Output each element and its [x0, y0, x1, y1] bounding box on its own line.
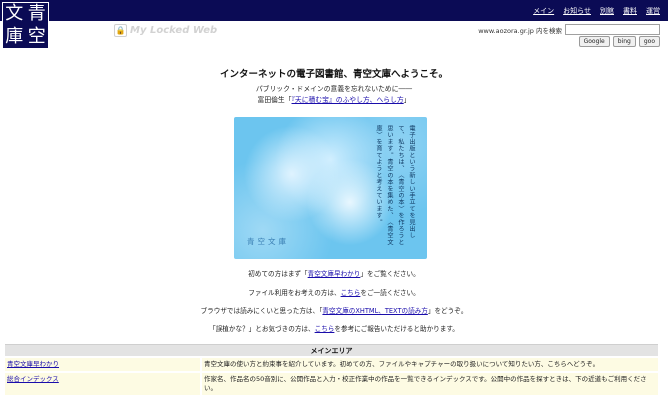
- watermark-text: My Locked Web: [130, 25, 218, 36]
- search-label: www.aozora.gr.jp 内を検索: [478, 26, 562, 35]
- bing-search-button[interactable]: bing: [612, 36, 636, 47]
- logo-char: 文: [5, 3, 24, 24]
- row-name-cell: 総合インデックス: [5, 372, 202, 397]
- top-bar: メイン お知らせ 別館 書料 運営: [0, 0, 668, 21]
- site-search: www.aozora.gr.jp 内を検索: [478, 24, 660, 35]
- google-search-button[interactable]: Google: [578, 36, 610, 47]
- row-desc: 青空文庫の使い方と約束事を紹介しています。初めての方、ファイルやキャプチャーの取…: [201, 358, 658, 373]
- info-line: ブラウザでは読みにくいと思った方は、「青空文庫のXHTML、TEXTの読み方」を…: [0, 305, 668, 315]
- nav-link-news[interactable]: お知らせ: [563, 6, 591, 16]
- info-text: をご一読ください。: [360, 289, 420, 297]
- main-area-header: メインエリア: [5, 344, 658, 356]
- nav-link-annex[interactable]: 別館: [600, 6, 614, 16]
- subtitle-suffix: 」: [403, 95, 411, 104]
- banner-image: 電子出版という新しい手立てを見出して、私たちは、〈青空の本〉を作ろうと思います。…: [234, 117, 427, 259]
- banner-text: 電子出版という新しい手立てを見出して、私たちは、〈青空の本〉を作ろうと思います。…: [375, 125, 415, 246]
- quick-guide-link[interactable]: 青空文庫早わかり: [7, 360, 59, 368]
- search-engine-buttons: Google bing goo: [578, 36, 660, 47]
- nav-link-main[interactable]: メイン: [533, 6, 554, 16]
- logo-char: 庫: [5, 25, 24, 47]
- table-row: 総合インデックス 作家名、作品名の50音別に、公開作品と入力・校正作業中の作品を…: [5, 372, 658, 397]
- reading-guide-link[interactable]: 青空文庫のXHTML、TEXTの読み方: [322, 307, 427, 315]
- subtitle: パブリック・ドメインの意義を忘れないために―― 富田倫生「『天に積む宝』のふやし…: [0, 84, 668, 105]
- logo-char: 空: [27, 25, 46, 47]
- lock-icon: 🔒: [114, 24, 127, 37]
- info-line: 初めての方はまず「青空文庫早わかり」をご覧ください。: [0, 268, 668, 278]
- info-text: 」をどうぞ。: [427, 307, 468, 315]
- guide-link[interactable]: 青空文庫早わかり: [308, 270, 361, 278]
- nav-link-operations[interactable]: 運営: [646, 6, 660, 16]
- logo-char: 青: [27, 3, 46, 24]
- subtitle-line: パブリック・ドメインの意義を忘れないために――: [255, 85, 413, 93]
- info-text: 「誤植かな？」とお気づきの方は、: [209, 325, 315, 333]
- info-text: 」をご覧ください。: [360, 270, 420, 278]
- info-text: ブラウザでは読みにくいと思った方は、「: [200, 307, 323, 315]
- general-index-link[interactable]: 総合インデックス: [7, 375, 59, 383]
- subtitle-line: 富田倫生「『天に積む宝』のふやし方、へらし方」: [0, 95, 668, 106]
- search-input[interactable]: [565, 24, 660, 35]
- typo-report-link[interactable]: こちら: [315, 325, 335, 333]
- info-line: ファイル利用をお考えの方は、こちらをご一読ください。: [0, 287, 668, 297]
- row-name-cell: 青空文庫早わかり: [5, 358, 202, 373]
- main-area-table: 青空文庫早わかり 青空文庫の使い方と約束事を紹介しています。初めての方、ファイル…: [5, 358, 658, 397]
- nav-link-materials[interactable]: 書料: [623, 6, 637, 16]
- info-text: を参考にご報告いただけると助かります。: [334, 325, 459, 333]
- info-text: ファイル利用をお考えの方は、: [248, 289, 341, 297]
- top-nav: メイン お知らせ 別館 書料 運営: [533, 6, 660, 16]
- goo-search-button[interactable]: goo: [638, 36, 660, 47]
- page-title: インターネットの電子図書館、青空文庫へようこそ。: [219, 69, 448, 80]
- site-logo[interactable]: 文 青 庫 空: [2, 2, 49, 49]
- essay-link[interactable]: 『天に積む宝』のふやし方、へらし方: [292, 96, 404, 104]
- banner-signature: 青空文庫: [247, 237, 289, 246]
- info-text: 初めての方はまず「: [248, 270, 308, 278]
- info-line: 「誤植かな？」とお気づきの方は、こちらを参考にご報告いただけると助かります。: [0, 323, 668, 333]
- row-desc: 作家名、作品名の50音別に、公開作品と入力・校正作業中の作品を一覧できるインデッ…: [201, 372, 658, 397]
- subtitle-prefix: 富田倫生「: [257, 95, 292, 104]
- file-usage-link[interactable]: こちら: [341, 289, 361, 297]
- watermark: 🔒 My Locked Web: [114, 24, 217, 37]
- table-row: 青空文庫早わかり 青空文庫の使い方と約束事を紹介しています。初めての方、ファイル…: [5, 358, 658, 373]
